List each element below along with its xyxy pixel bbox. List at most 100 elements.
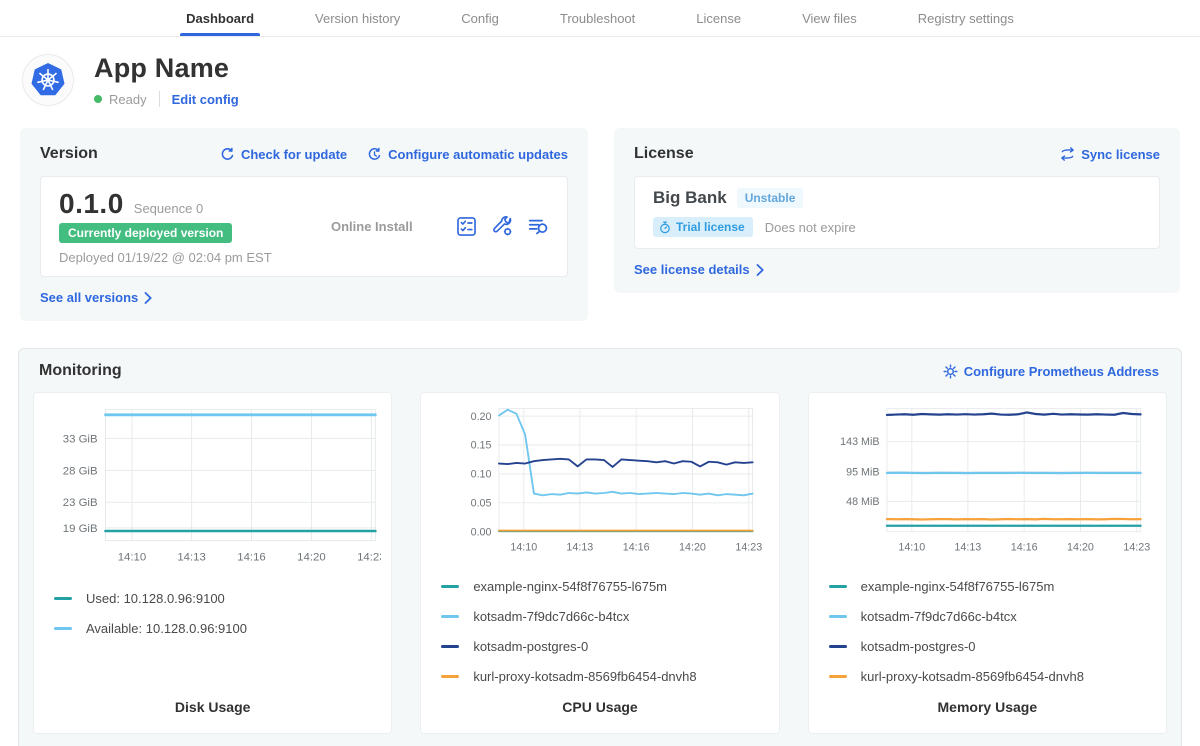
legend-label: kurl-proxy-kotsadm-8569fb6454-dnvh8 xyxy=(473,669,696,684)
legend-item: Used: 10.128.0.96:9100 xyxy=(54,591,381,606)
top-nav: Dashboard Version history Config Trouble… xyxy=(0,0,1200,37)
legend-swatch xyxy=(829,675,847,678)
legend-label: Available: 10.128.0.96:9100 xyxy=(86,621,247,636)
monitoring-section: Monitoring Configure Prometheus Address … xyxy=(18,348,1182,746)
tab-troubleshoot[interactable]: Troubleshoot xyxy=(558,0,637,36)
legend-label: kurl-proxy-kotsadm-8569fb6454-dnvh8 xyxy=(861,669,1084,684)
deploy-logs-icon[interactable] xyxy=(528,216,549,237)
legend-item: Available: 10.128.0.96:9100 xyxy=(54,621,381,636)
edit-config-link[interactable]: Edit config xyxy=(172,92,239,107)
legend-item: kotsadm-7f9dc7d66c-b4tcx xyxy=(441,609,768,624)
legend-item: kotsadm-postgres-0 xyxy=(441,639,768,654)
legend-swatch xyxy=(829,615,847,618)
see-license-details-link[interactable]: See license details xyxy=(634,262,765,277)
chevron-right-icon xyxy=(756,264,765,276)
memory-usage-chart: 14:1014:1314:1614:2014:23143 MiB95 MiB48… xyxy=(819,403,1156,569)
svg-text:0.00: 0.00 xyxy=(471,526,492,538)
legend-swatch xyxy=(829,585,847,588)
svg-text:19 GiB: 19 GiB xyxy=(63,523,98,535)
monitoring-title: Monitoring xyxy=(39,362,122,380)
legend-label: example-nginx-54f8f76755-l675m xyxy=(861,579,1055,594)
see-all-versions-link[interactable]: See all versions xyxy=(40,290,153,305)
svg-text:14:10: 14:10 xyxy=(511,541,538,553)
cpu-usage-chart-card: 14:1014:1314:1614:2014:230.200.150.100.0… xyxy=(420,392,779,734)
svg-text:0.05: 0.05 xyxy=(471,498,492,510)
divider xyxy=(159,91,160,107)
legend-label: Used: 10.128.0.96:9100 xyxy=(86,591,225,606)
memory-usage-legend: example-nginx-54f8f76755-l675m kotsadm-7f… xyxy=(829,579,1156,699)
svg-text:0.10: 0.10 xyxy=(471,469,492,481)
see-all-versions-label: See all versions xyxy=(40,290,138,305)
memory-usage-chart-card: 14:1014:1314:1614:2014:23143 MiB95 MiB48… xyxy=(808,392,1167,734)
cpu-usage-legend: example-nginx-54f8f76755-l675m kotsadm-7f… xyxy=(441,579,768,699)
legend-label: example-nginx-54f8f76755-l675m xyxy=(473,579,667,594)
svg-text:14:20: 14:20 xyxy=(679,541,706,553)
see-license-details-label: See license details xyxy=(634,262,750,277)
legend-label: kotsadm-postgres-0 xyxy=(473,639,588,654)
tab-registry-settings[interactable]: Registry settings xyxy=(916,0,1016,36)
tab-dashboard[interactable]: Dashboard xyxy=(184,0,256,36)
refresh-icon xyxy=(220,147,235,162)
legend-item: kotsadm-7f9dc7d66c-b4tcx xyxy=(829,609,1156,624)
svg-text:14:13: 14:13 xyxy=(177,551,206,563)
tab-license[interactable]: License xyxy=(694,0,743,36)
legend-item: kurl-proxy-kotsadm-8569fb6454-dnvh8 xyxy=(441,669,768,684)
version-card-title: Version xyxy=(40,145,98,163)
svg-text:14:20: 14:20 xyxy=(1067,541,1094,553)
legend-swatch xyxy=(441,645,459,648)
sync-license-label: Sync license xyxy=(1081,147,1160,162)
legend-label: kotsadm-7f9dc7d66c-b4tcx xyxy=(473,609,629,624)
edit-config-wrench-icon[interactable] xyxy=(492,216,513,237)
app-header: App Name Ready Edit config xyxy=(0,37,1200,107)
tab-view-files[interactable]: View files xyxy=(800,0,859,36)
svg-text:14:23: 14:23 xyxy=(1123,541,1150,553)
svg-text:33 GiB: 33 GiB xyxy=(63,433,98,445)
trial-license-label: Trial license xyxy=(676,220,745,234)
install-type-label: Online Install xyxy=(289,219,456,234)
sync-license-button[interactable]: Sync license xyxy=(1060,147,1160,162)
configure-prometheus-label: Configure Prometheus Address xyxy=(964,364,1159,379)
disk-usage-chart: 14:1014:1314:1614:2014:2333 GiB28 GiB23 … xyxy=(44,403,381,581)
configure-automatic-updates-label: Configure automatic updates xyxy=(388,147,568,162)
license-card: License Sync license Big Bank Unstable T… xyxy=(614,128,1180,293)
tab-version-history[interactable]: Version history xyxy=(313,0,402,36)
legend-item: example-nginx-54f8f76755-l675m xyxy=(441,579,768,594)
svg-text:14:13: 14:13 xyxy=(567,541,594,553)
app-logo xyxy=(22,54,74,106)
legend-swatch xyxy=(54,597,72,600)
check-for-update-label: Check for update xyxy=(241,147,347,162)
legend-swatch xyxy=(829,645,847,648)
svg-text:14:20: 14:20 xyxy=(297,551,326,563)
sync-icon xyxy=(1060,147,1075,161)
status-text: Ready xyxy=(109,92,147,107)
configure-prometheus-button[interactable]: Configure Prometheus Address xyxy=(943,364,1159,379)
svg-text:0.15: 0.15 xyxy=(471,440,492,452)
clock-refresh-icon xyxy=(367,147,382,162)
tab-config[interactable]: Config xyxy=(459,0,501,36)
chevron-right-icon xyxy=(144,292,153,304)
page-title: App Name xyxy=(94,53,239,84)
cpu-usage-chart: 14:1014:1314:1614:2014:230.200.150.100.0… xyxy=(431,403,768,569)
svg-text:14:16: 14:16 xyxy=(1010,541,1037,553)
svg-text:14:10: 14:10 xyxy=(898,541,925,553)
svg-text:28 GiB: 28 GiB xyxy=(63,465,98,477)
svg-text:48 MiB: 48 MiB xyxy=(846,496,879,508)
legend-label: kotsadm-7f9dc7d66c-b4tcx xyxy=(861,609,1017,624)
deployed-badge: Currently deployed version xyxy=(59,223,232,243)
svg-text:23 GiB: 23 GiB xyxy=(63,497,98,509)
check-for-update-button[interactable]: Check for update xyxy=(220,147,347,162)
channel-badge: Unstable xyxy=(737,188,804,208)
deployed-timestamp: Deployed 01/19/22 @ 02:04 pm EST xyxy=(59,250,289,265)
version-card: Version Check for update Configure autom… xyxy=(20,128,588,321)
preflight-checks-icon[interactable] xyxy=(456,216,477,237)
legend-item: kotsadm-postgres-0 xyxy=(829,639,1156,654)
configure-automatic-updates-button[interactable]: Configure automatic updates xyxy=(367,147,568,162)
svg-text:14:16: 14:16 xyxy=(237,551,266,563)
kubernetes-icon xyxy=(30,62,66,98)
license-expiry-text: Does not expire xyxy=(765,220,856,235)
license-panel: Big Bank Unstable Trial license Does not… xyxy=(634,176,1160,249)
svg-text:143 MiB: 143 MiB xyxy=(840,436,879,448)
disk-usage-legend: Used: 10.128.0.96:9100 Available: 10.128.… xyxy=(54,591,381,651)
license-card-title: License xyxy=(634,145,694,163)
svg-text:14:16: 14:16 xyxy=(623,541,650,553)
